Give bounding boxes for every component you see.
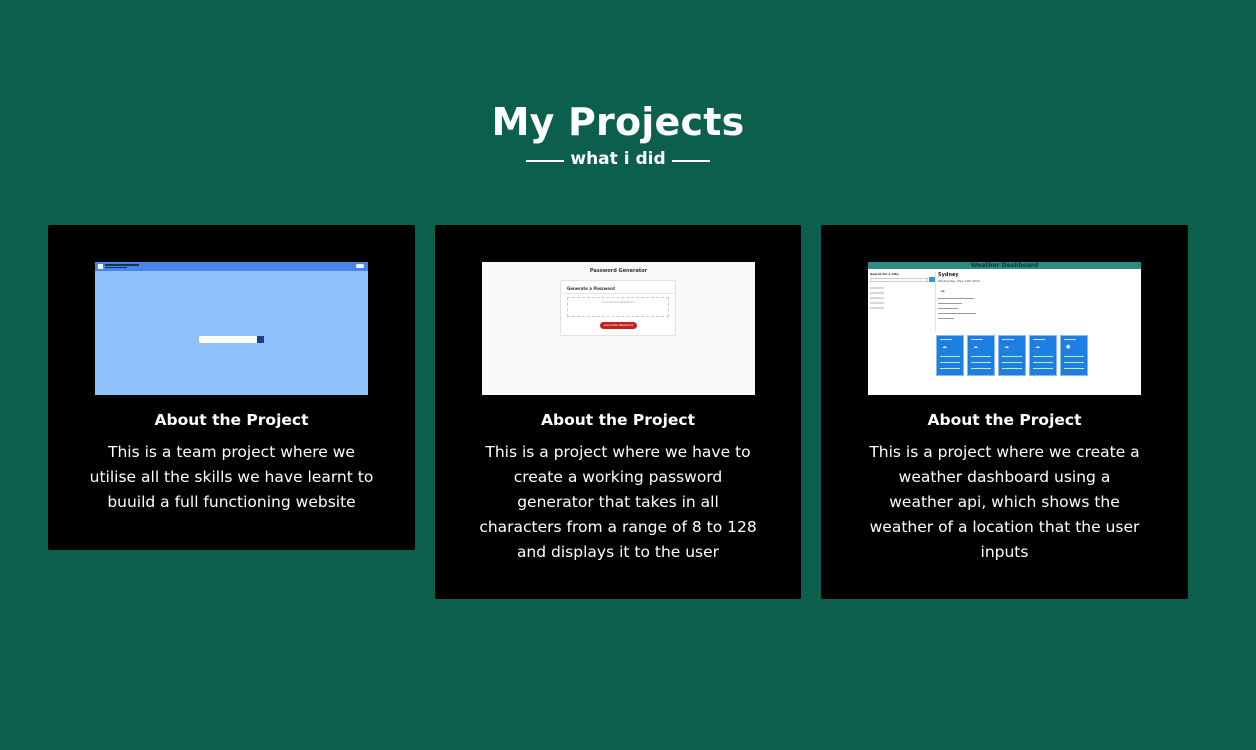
thumbnail-history-item [870,287,884,289]
thumbnail-city: Sydney [938,272,959,278]
section-subtitle: what i did [0,148,1236,170]
project-heading: About the Project [154,411,309,429]
project-thumbnail-3[interactable]: Weather Dashboard Search for a City: Syd… [868,262,1141,395]
project-heading: About the Project [540,411,695,429]
thumbnail-brand [105,264,139,266]
thumbnail-placeholder: Your Secure Password [601,300,635,304]
thumbnail-search-button [257,336,264,343]
projects-header: My Projects what i did [0,98,1236,170]
thumbnail-title: Password Generator [589,268,648,274]
thumbnail-panel: Generate a Password Your Secure Password… [560,280,676,336]
project-description: This is a project where we have to creat… [479,443,757,561]
thumbnail-search-field [199,336,257,343]
project-heading: About the Project [927,411,1082,429]
thumbnail-history-item [870,297,884,299]
rain-icon: ● [1066,344,1071,350]
subtitle-text: what i did [570,149,666,169]
thumbnail-current-weather: Sydney Wednesday, May 11th 2022 ☁ [938,272,980,319]
thumbnail-generate-button: Generate Password [600,322,637,329]
thumbnail-forecast-card: ● [1060,335,1088,376]
thumbnail-forecast-card: ☁ [1029,335,1057,376]
project-thumbnail-2[interactable]: Password Generator Generate a Password Y… [482,262,755,395]
subtitle-rule-left [526,159,565,162]
thumbnail-header: Weather Dashboard [868,262,1141,269]
thumbnail-logo-icon [98,264,103,269]
thumbnail-divider [935,272,936,332]
project-card-2[interactable]: Password Generator Generate a Password Y… [435,225,801,599]
thumbnail-history-item [870,307,884,309]
thumbnail-divider [561,293,675,294]
cloud-icon: ☁ [942,344,947,350]
thumbnail-forecast-card: ☁ [967,335,995,376]
thumbnail-forecast-card: ☁ [936,335,964,376]
page-title: My Projects [491,100,745,144]
thumbnail-stat-line [938,298,974,299]
project-description: This is a team project where we utilise … [89,443,374,511]
cloud-icon: ☁ [1004,344,1009,350]
thumbnail-history-item [870,302,884,304]
cloud-icon: ☁ [973,344,978,350]
thumbnail-stat-line [938,313,976,314]
thumbnail-date: Wednesday, May 11th 2022 [938,279,980,283]
thumbnail-sidebar: Search for a City: [870,272,935,309]
thumbnail-search-input [870,278,928,282]
thumbnail-weather-icon: ☁ [940,288,945,294]
thumbnail-search-title: Search for a City: [870,272,900,276]
thumbnail-stat-line [938,318,954,319]
cloud-icon: ☁ [1035,344,1040,350]
thumbnail-panel-title: Generate a Password [567,286,615,291]
thumbnail-forecast-card: ☁ [998,335,1026,376]
thumbnail-stat-line [938,308,958,309]
project-thumbnail-1[interactable] [95,262,368,395]
thumbnail-password-box: Your Secure Password [567,297,669,317]
thumbnail-history-item [870,292,884,294]
thumbnail-stat-line [938,303,962,304]
project-description: This is a project where we create a weat… [869,443,1140,561]
subtitle-rule-right [671,159,710,162]
thumbnail-toggle [356,264,364,268]
project-card-1[interactable]: About the Project This is a team project… [48,225,415,550]
thumbnail-brand-tagline [105,267,127,268]
project-card-3[interactable]: Weather Dashboard Search for a City: Syd… [821,225,1188,599]
